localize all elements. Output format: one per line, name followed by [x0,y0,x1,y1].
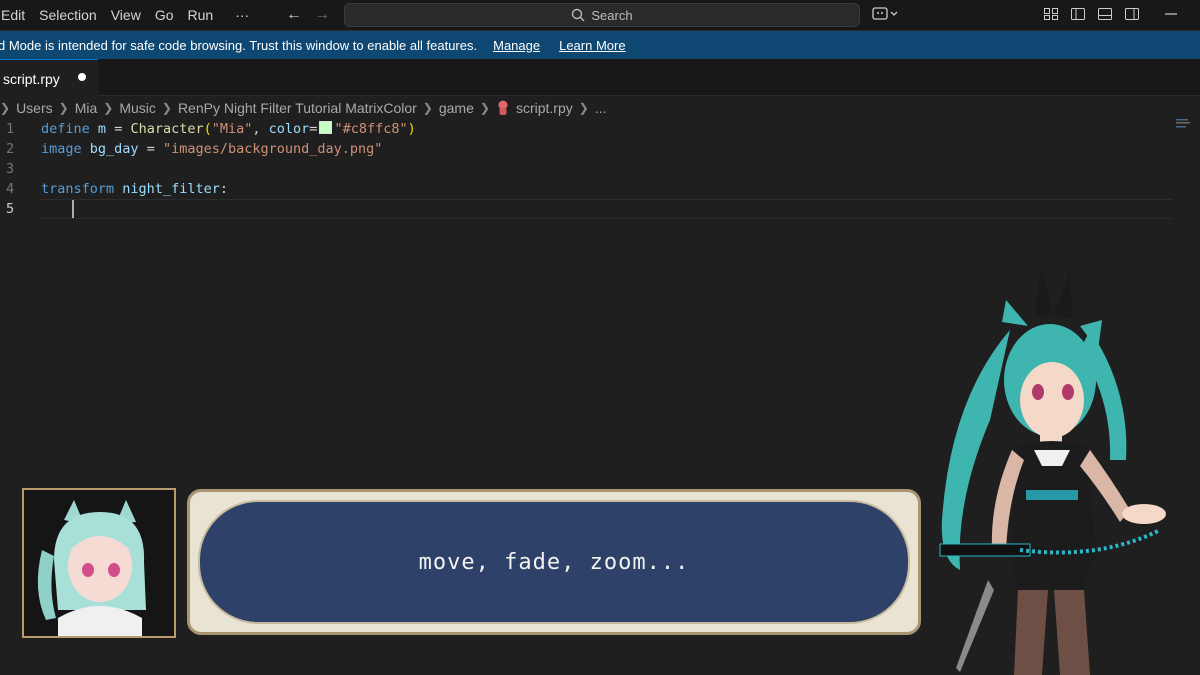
text-cursor [72,200,74,218]
chevron-right-icon: ❯ [103,101,114,115]
copilot-icon[interactable] [872,6,900,22]
search-placeholder: Search [591,7,633,23]
paren-close: ) [407,121,416,137]
customize-layout-icon[interactable] [1043,6,1059,22]
breadcrumb-users[interactable]: Users [16,100,53,116]
chevron-right-icon: ❯ [479,101,490,115]
breadcrumb-game[interactable]: game [439,100,474,116]
string-literal: "Mia" [211,121,253,137]
variable: bg_day [89,141,139,157]
breadcrumb-symbol[interactable]: ... [595,100,607,116]
menu-edit[interactable]: Edit [0,0,32,30]
tab-script-rpy[interactable]: script.rpy [0,59,98,97]
color-swatch[interactable] [319,121,333,134]
keyword: transform [41,181,115,197]
paren-open: ( [203,121,212,137]
menu-bar: Edit Selection View Go Run ··· [0,0,256,30]
dialogue-panel: move, fade, zoom... [198,500,910,624]
unsaved-dot-icon[interactable] [78,73,86,81]
toggle-panel-icon[interactable] [1097,6,1113,22]
colon: : [219,181,228,197]
toggle-primary-sidebar-icon[interactable] [1070,6,1086,22]
param-name: color [268,121,310,137]
menu-selection[interactable]: Selection [32,0,104,30]
back-arrow-icon[interactable]: ← [280,6,308,24]
string-literal: "images/background_day.png" [162,141,383,157]
dialogue-box: move, fade, zoom... [187,489,921,635]
menu-run[interactable]: Run [181,0,221,30]
menu-view[interactable]: View [104,0,148,30]
chevron-right-icon: ❯ [578,101,589,115]
variable: m [97,121,107,137]
menu-more[interactable]: ··· [228,0,256,30]
line-number: 2 [6,141,15,157]
keyword: define [41,121,90,137]
code-line-5: 5 [0,199,1200,219]
function-name: Character [130,121,204,137]
chevron-right-icon: ❯ [58,101,69,115]
code-line-1: 1 define m = Character("Mia", color= "#c8… [0,119,1200,139]
breadcrumb-mia[interactable]: Mia [75,100,98,116]
search-icon [572,8,585,22]
toggle-secondary-sidebar-icon[interactable] [1124,6,1140,22]
breadcrumb: ❯ Users ❯ Mia ❯ Music ❯ RenPy Night Filt… [0,97,606,119]
menu-go[interactable]: Go [148,0,181,30]
banner-message: d Mode is intended for safe code browsin… [0,37,478,53]
line-number: 4 [6,181,15,197]
chevron-right-icon: ❯ [0,101,11,115]
code-line-4: 4 transform night_filter: [0,179,1200,199]
dialogue-text: move, fade, zoom... [418,549,690,575]
character-portrait [24,490,174,636]
breadcrumb-file[interactable]: script.rpy [516,100,573,116]
separator: , [252,121,269,137]
portrait-frame [22,488,176,638]
code-line-2: 2 image bg_day = "images/background_day.… [0,139,1200,159]
title-bar: Edit Selection View Go Run ··· ← → Searc… [0,0,1200,31]
code-line-3: 3 [0,159,1200,179]
breadcrumb-project[interactable]: RenPy Night Filter Tutorial MatrixColor [178,100,417,116]
line-number: 1 [6,121,15,137]
operator: = [138,141,163,157]
line-number: 5 [6,201,15,217]
tab-label: script.rpy [3,70,60,87]
operator: = [309,121,318,137]
manage-link[interactable]: Manage [493,38,540,53]
minimap[interactable] [1176,119,1194,129]
transform-name: night_filter [122,181,220,197]
chevron-right-icon: ❯ [422,101,433,115]
vtuber-character [939,266,1166,675]
forward-arrow-icon[interactable]: → [308,6,336,24]
restricted-mode-banner: d Mode is intended for safe code browsin… [0,31,1200,59]
color-string: "#c8ffc8" [334,121,408,137]
tab-bar: script.rpy [0,59,1200,97]
chevron-right-icon: ❯ [161,101,172,115]
learn-more-link[interactable]: Learn More [559,38,625,53]
renpy-file-icon [498,100,508,115]
line-number: 3 [6,161,15,177]
breadcrumb-music[interactable]: Music [119,100,156,116]
keyword: image [41,141,82,157]
operator: = [106,121,131,137]
search-box[interactable]: Search [344,3,860,27]
minimize-icon[interactable] [1163,6,1179,22]
